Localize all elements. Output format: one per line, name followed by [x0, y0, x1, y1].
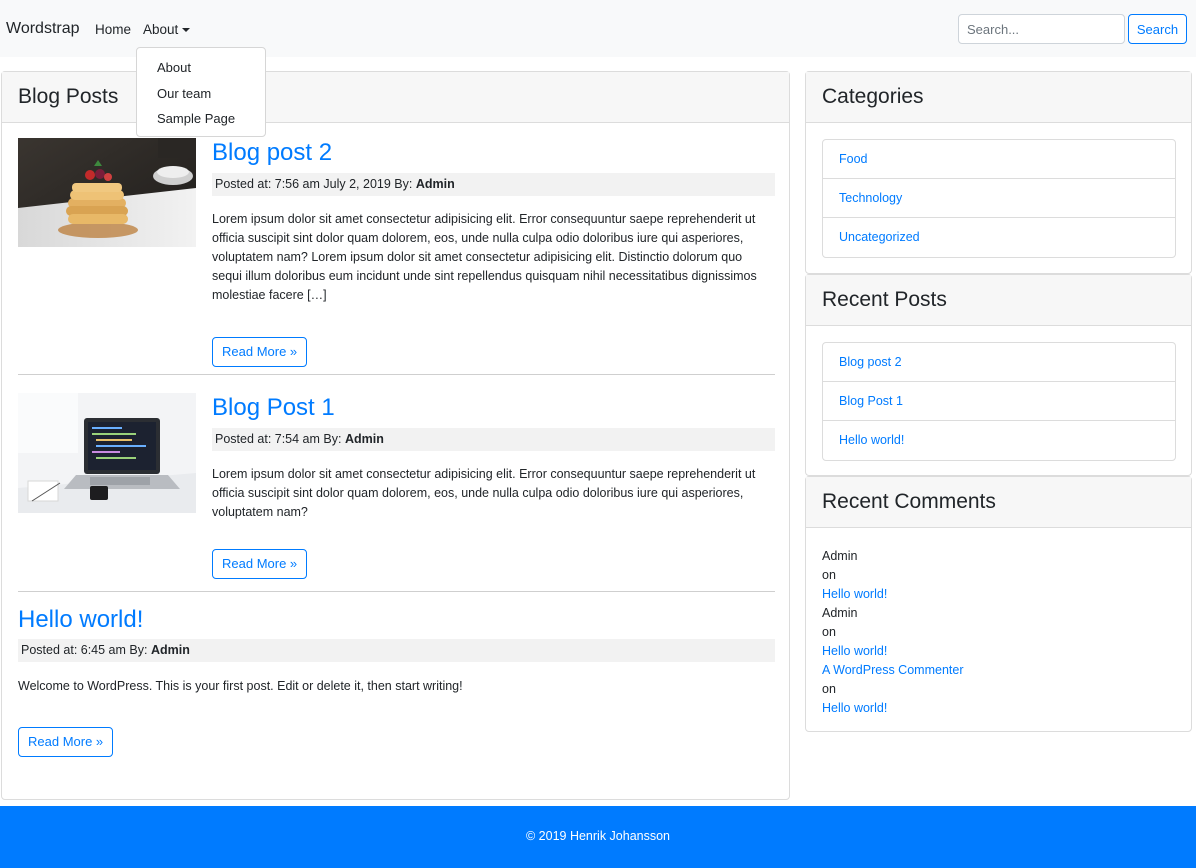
- post-meta-author: Admin: [344, 432, 384, 446]
- caret-down-icon: [182, 28, 191, 32]
- dropdown-item-our-team[interactable]: Our team: [137, 82, 265, 108]
- recent-posts-header: Recent Posts: [806, 275, 1191, 326]
- nav-home-link[interactable]: Home: [95, 22, 131, 37]
- dropdown-item-sample-page[interactable]: Sample Page: [137, 107, 265, 133]
- post-blog-post-1: Blog Post 1 Posted at: 7:54 am By: Admin…: [18, 393, 775, 593]
- read-more-button[interactable]: Read More »: [212, 337, 308, 367]
- recent-comments-list: Admin on Hello world! Admin on Hello wor…: [822, 547, 963, 718]
- laptop-image[interactable]: [18, 393, 196, 513]
- categories-card: Categories Food Technology Uncategorized: [805, 71, 1192, 274]
- search-input[interactable]: [958, 14, 1125, 44]
- read-more-button[interactable]: Read More »: [212, 549, 308, 579]
- comment-author: Admin: [822, 549, 858, 563]
- dropdown-item-about[interactable]: About: [137, 56, 265, 82]
- post-divider: [18, 374, 775, 375]
- post-title[interactable]: Blog post 2: [212, 138, 332, 168]
- comment-on-label: on: [822, 568, 836, 582]
- recent-post-link[interactable]: Hello world!: [823, 421, 1175, 460]
- recent-post-link[interactable]: Blog post 2: [823, 343, 1175, 382]
- blog-posts-card: Blog Posts Blog post 2 Posted at: 7:56 a…: [1, 71, 790, 800]
- post-meta: Posted at: 7:54 am By: Admin: [212, 428, 775, 451]
- category-technology-link[interactable]: Technology: [823, 179, 1175, 218]
- category-food-link[interactable]: Food: [823, 140, 1175, 179]
- post-meta-author: Admin: [150, 643, 190, 657]
- categories-header: Categories: [806, 72, 1191, 123]
- recent-posts-card: Recent Posts Blog post 2 Blog Post 1 Hel…: [805, 274, 1192, 476]
- about-dropdown-menu: About Our team Sample Page: [136, 47, 266, 137]
- recent-posts-list: Blog post 2 Blog Post 1 Hello world!: [822, 342, 1176, 461]
- post-meta-posted: Posted at: 7:54 am By:: [215, 432, 345, 446]
- post-title[interactable]: Hello world!: [18, 605, 143, 635]
- comment-post-link[interactable]: Hello world!: [822, 642, 963, 661]
- post-divider: [18, 591, 775, 592]
- comment-post-link[interactable]: Hello world!: [822, 699, 963, 718]
- post-meta-posted: Posted at: 7:56 am July 2, 2019 By:: [215, 177, 416, 191]
- nav-about-dropdown-toggle[interactable]: About: [143, 22, 191, 37]
- post-excerpt: Lorem ipsum dolor sit amet consectetur a…: [212, 467, 756, 519]
- category-uncategorized-link[interactable]: Uncategorized: [823, 218, 1175, 257]
- pancakes-image[interactable]: [18, 138, 196, 247]
- post-title[interactable]: Blog Post 1: [212, 393, 335, 423]
- comment-on-label: on: [822, 682, 836, 696]
- brand-link[interactable]: Wordstrap: [6, 20, 80, 38]
- recent-comments-card: Recent Comments Admin on Hello world! Ad…: [805, 476, 1192, 732]
- comment-author-link[interactable]: A WordPress Commenter: [822, 661, 963, 680]
- read-more-button[interactable]: Read More »: [18, 727, 114, 757]
- recent-post-link[interactable]: Blog Post 1: [823, 382, 1175, 421]
- post-excerpt: Welcome to WordPress. This is your first…: [18, 679, 463, 693]
- post-meta: Posted at: 6:45 am By: Admin: [18, 639, 775, 662]
- blog-posts-header: Blog Posts: [2, 72, 789, 123]
- footer: © 2019 Henrik Johansson: [0, 806, 1196, 868]
- post-meta: Posted at: 7:56 am July 2, 2019 By: Admi…: [212, 173, 775, 196]
- categories-list: Food Technology Uncategorized: [822, 139, 1176, 258]
- recent-comments-header: Recent Comments: [806, 477, 1191, 528]
- post-meta-posted: Posted at: 6:45 am By:: [21, 643, 151, 657]
- search-button[interactable]: Search: [1128, 14, 1187, 44]
- post-excerpt: Lorem ipsum dolor sit amet consectetur a…: [212, 212, 757, 302]
- comment-post-link[interactable]: Hello world!: [822, 585, 963, 604]
- footer-copyright: © 2019 Henrik Johansson: [525, 829, 671, 843]
- post-blog-post-2: Blog post 2 Posted at: 7:56 am July 2, 2…: [18, 138, 775, 378]
- comment-on-label: on: [822, 625, 836, 639]
- post-hello-world: Hello world! Posted at: 6:45 am By: Admi…: [18, 605, 775, 765]
- comment-author: Admin: [822, 606, 858, 620]
- nav-about-label: About: [143, 22, 179, 37]
- post-meta-author: Admin: [415, 177, 455, 191]
